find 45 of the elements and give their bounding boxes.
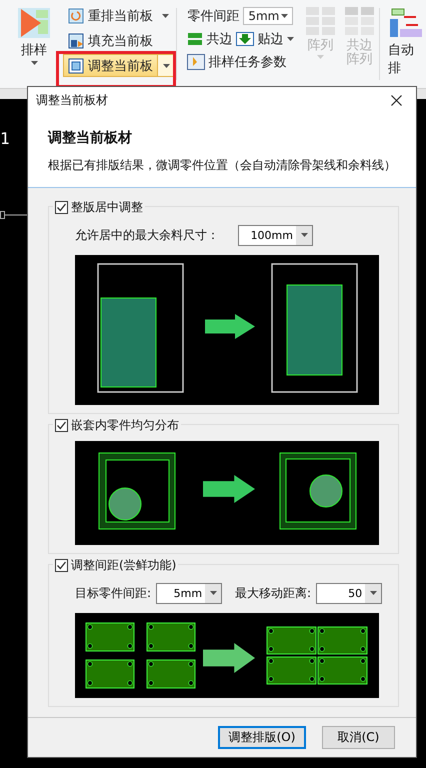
down-arrow-icon — [236, 32, 254, 46]
task-params-button[interactable]: 排样任务参数 — [187, 53, 286, 71]
dialog-description: 根据已有排版结果，微调零件位置（会自动清除骨架线和余料线） — [48, 156, 397, 174]
caret-icon — [281, 14, 288, 18]
caret-icon — [370, 591, 377, 596]
field-label: 允许居中的最大余料尺寸： — [75, 226, 219, 244]
section-label: 嵌套内零件均匀分布 — [71, 416, 179, 434]
settings-icon — [187, 54, 206, 70]
refresh-icon — [68, 8, 84, 24]
fill-icon — [68, 32, 84, 48]
caret-icon — [210, 591, 217, 596]
field-label: 最大移动距离: — [235, 584, 312, 602]
canvas-label: 1 — [0, 129, 10, 148]
caret-icon — [316, 55, 324, 60]
cancel-button[interactable]: 取消(C) — [322, 726, 395, 749]
tick-mark — [0, 211, 28, 219]
confirm-button[interactable]: 调整排版(O) — [218, 726, 306, 749]
value-dropdown[interactable]: 100mm — [238, 224, 313, 246]
nesting-button[interactable]: 排样 — [17, 0, 51, 65]
ribbon-button[interactable]: 调整当前板 — [63, 54, 176, 77]
dialog-heading: 调整当前板材 — [48, 128, 133, 147]
edge-button[interactable]: 共边 — [187, 30, 232, 48]
ribbon-button[interactable]: 重排当前板 — [63, 4, 175, 27]
caret-icon — [30, 61, 38, 65]
ribbon-button[interactable]: 填充当前板 — [63, 29, 154, 52]
value-dropdown[interactable]: 50 — [316, 582, 382, 604]
grid-icon — [343, 5, 376, 37]
caret-icon — [287, 37, 294, 41]
checkbox[interactable] — [55, 418, 68, 432]
section-label: 整版居中调整 — [71, 198, 143, 216]
section-label: 调整间距(尝鲜功能) — [71, 556, 176, 574]
checkbox[interactable] — [55, 200, 68, 214]
auto-nesting-button[interactable]: 自动排 — [388, 0, 426, 77]
caret-icon — [300, 233, 308, 238]
checkbox[interactable] — [55, 558, 68, 572]
spacing-label: 零件间距 — [187, 8, 240, 25]
spacing-dropdown[interactable]: 5mm — [243, 7, 294, 25]
field-label: 目标零件间距: — [75, 584, 152, 602]
play-icon — [17, 5, 51, 39]
edge-icon — [187, 31, 204, 47]
close-icon — [390, 95, 402, 106]
dialog-title: 调整当前板材 — [36, 92, 108, 110]
edge-button[interactable]: 贴边 — [236, 30, 284, 48]
value-dropdown[interactable]: 5mm — [156, 582, 222, 604]
square-icon — [68, 58, 84, 74]
